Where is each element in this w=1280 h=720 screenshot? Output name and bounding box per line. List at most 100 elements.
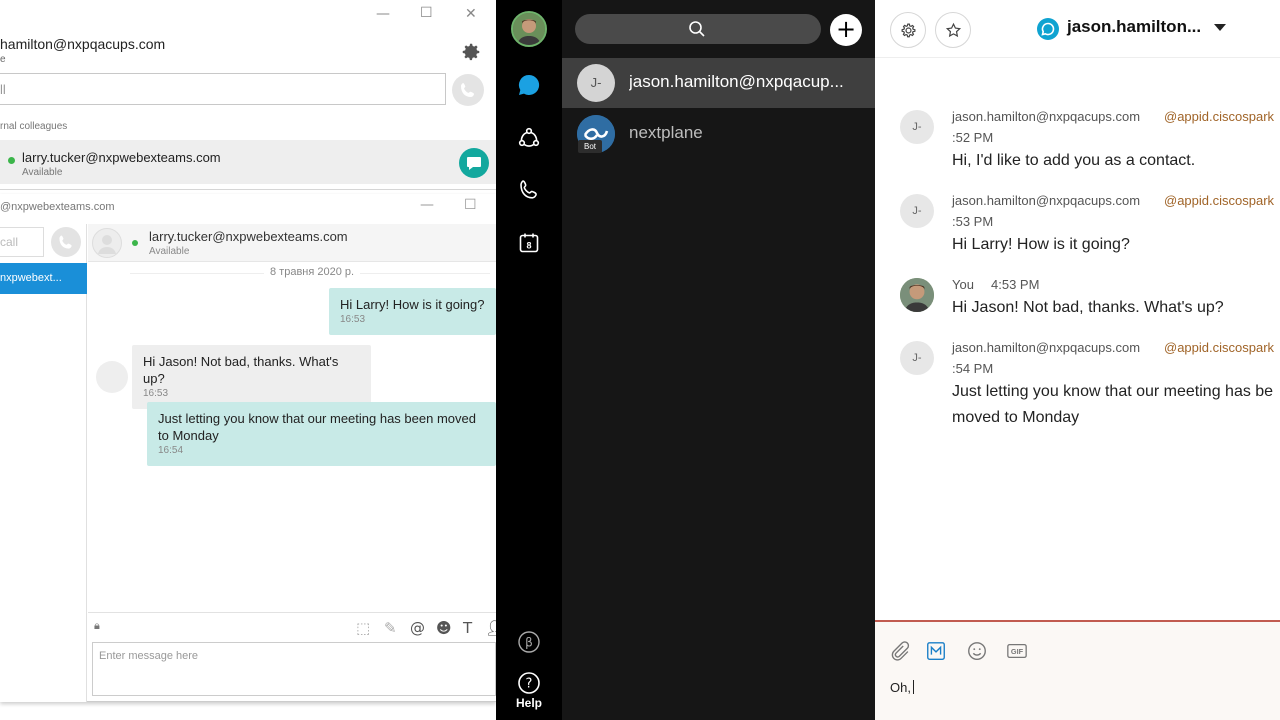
add-button[interactable]: +: [830, 14, 862, 46]
search-input[interactable]: ll: [0, 73, 446, 105]
message-input[interactable]: Enter message here: [92, 642, 496, 696]
message-date: 8 травня 2020 р.: [264, 266, 361, 278]
emoji-icon[interactable]: ☻: [436, 619, 452, 637]
outgoing-message: Hi Larry! How is it going? 16:53: [329, 288, 496, 335]
search-input[interactable]: [575, 14, 821, 44]
message-text: Hi Larry! How is it going?: [952, 236, 1130, 253]
minimize-icon[interactable]: —: [376, 6, 390, 22]
message-sender: jason.hamilton@nxpqacups.com: [952, 109, 1141, 124]
lync-main-window: — ☐ ✕ hamilton@nxpqacups.com e ll rnal c…: [0, 0, 496, 190]
avatar: J-: [900, 110, 934, 144]
screenshot-icon[interactable]: ⬚: [356, 619, 370, 637]
message-time: :53 PM: [952, 214, 994, 229]
outgoing-message: Just letting you know that our meeting h…: [147, 402, 496, 466]
space-list-item-selected[interactable]: J- jason.hamilton@nxpqacup...: [562, 58, 875, 108]
conversation-header: larry.tucker@nxpwebexteams.com Available: [88, 224, 496, 262]
presence-available-dot: [8, 157, 15, 164]
avatar[interactable]: [92, 228, 122, 258]
avatar: J-: [900, 194, 934, 228]
chat-button[interactable]: [459, 148, 489, 178]
mention-icon[interactable]: @: [410, 619, 425, 637]
app-tag: @appid.ciscospark: [1164, 193, 1275, 208]
attach-icon[interactable]: ✎: [384, 619, 397, 637]
calls-icon[interactable]: [517, 178, 541, 202]
avatar: [96, 361, 128, 393]
attach-icon[interactable]: [889, 640, 911, 662]
gif-label: GIF: [1011, 647, 1024, 656]
message-input[interactable]: Oh,: [890, 680, 914, 695]
message-sender: jason.hamilton@nxpqacups.com: [952, 340, 1141, 355]
close-icon[interactable]: ✕: [465, 6, 477, 22]
message-text: Just letting you know that our meeting h…: [952, 383, 1274, 400]
conversation-title[interactable]: jason.hamilton...: [1067, 17, 1201, 37]
settings-button[interactable]: [890, 12, 926, 48]
help-label[interactable]: Help: [496, 696, 562, 710]
contact-name: larry.tucker@nxpwebexteams.com: [149, 229, 348, 244]
search-icon: [689, 21, 705, 37]
maximize-icon[interactable]: ☐: [420, 5, 433, 21]
markdown-icon[interactable]: [925, 640, 947, 662]
chat-bubble-icon: [467, 157, 481, 170]
person-icon: [98, 235, 116, 254]
emoji-icon[interactable]: [966, 640, 988, 662]
svg-text:?: ?: [526, 677, 533, 692]
lock-icon: 🔒︎: [94, 619, 100, 632]
message-text: Hi Jason! Not bad, thanks. What's up?: [143, 354, 339, 386]
search-input[interactable]: call: [0, 227, 44, 257]
navigation-rail: 8 β ? Help: [496, 0, 562, 720]
calendar-day: 8: [526, 241, 531, 251]
call-button[interactable]: [51, 227, 81, 257]
minimize-icon[interactable]: —: [420, 197, 434, 213]
gear-icon: [901, 23, 916, 38]
help-icon[interactable]: ?: [517, 671, 541, 695]
message-text: Hi, I'd like to add you as a contact.: [952, 152, 1196, 169]
conversation-list-item-selected[interactable]: nxpwebext...: [0, 263, 87, 294]
space-name: nextplane: [629, 123, 703, 142]
text-cursor: [912, 680, 914, 694]
user-photo-icon: [513, 13, 545, 45]
contact-name: larry.tucker@nxpwebexteams.com: [22, 150, 221, 165]
meetings-calendar-icon[interactable]: 8: [517, 231, 541, 255]
conversation-header: jason.hamilton...: [875, 0, 1280, 58]
chevron-down-icon[interactable]: [1214, 24, 1226, 31]
message-sender: jason.hamilton@nxpqacups.com: [952, 193, 1141, 208]
contact-status: Available: [149, 246, 190, 257]
conversation-pane: jason.hamilton... J- jason.hamilton@nxpq…: [875, 0, 1280, 720]
message-time: 4:53 PM: [991, 277, 1040, 292]
message-input-text: Oh,: [890, 680, 911, 695]
svg-text:β: β: [525, 636, 533, 650]
incoming-message: Hi Jason! Not bad, thanks. What's up? 16…: [132, 345, 371, 409]
call-button[interactable]: [452, 74, 484, 106]
favorite-button[interactable]: [935, 12, 971, 48]
message-text: Just letting you know that our meeting h…: [158, 411, 476, 443]
text-format-icon[interactable]: T: [463, 619, 472, 637]
beta-icon[interactable]: β: [517, 630, 541, 654]
message-text: Hi Larry! How is it going?: [340, 297, 485, 312]
message-toolbar: 🔒︎ ⬚ ✎ @ ☻ T 👤︎: [88, 612, 504, 640]
message-text: Hi Jason! Not bad, thanks. What's up?: [952, 299, 1224, 316]
message-composer: GIF Oh,: [875, 620, 1280, 720]
space-list: + J- jason.hamilton@nxpqacup... nextplan…: [562, 0, 875, 720]
message-time: :52 PM: [952, 130, 994, 145]
contact-list-item[interactable]: larry.tucker@nxpwebexteams.com Available: [0, 140, 496, 184]
message-time: 16:53: [143, 388, 169, 399]
avatar: J-: [577, 64, 615, 102]
presence-status[interactable]: e: [0, 54, 6, 65]
lync-conversation-window: @nxpwebexteams.com — ☐ call nxpwebext...…: [0, 194, 504, 702]
space-name: jason.hamilton@nxpqacup...: [629, 72, 844, 91]
bot-badge: Bot: [578, 140, 602, 153]
message-time: :54 PM: [952, 361, 994, 376]
contact-group-label[interactable]: rnal colleagues: [0, 121, 67, 132]
avatar: J-: [900, 341, 934, 375]
app-tag: @appid.ciscospark: [1164, 340, 1275, 355]
app-tag: @appid.ciscospark: [1164, 109, 1275, 124]
avatar: [900, 278, 934, 312]
gif-icon[interactable]: GIF: [1006, 640, 1028, 662]
messaging-icon[interactable]: [517, 73, 541, 97]
maximize-icon[interactable]: ☐: [464, 197, 477, 213]
teams-icon[interactable]: [517, 126, 541, 150]
gear-icon[interactable]: [460, 41, 482, 63]
star-icon: [945, 22, 962, 38]
space-list-item[interactable]: nextplane: [562, 109, 875, 159]
user-avatar[interactable]: [511, 11, 547, 47]
